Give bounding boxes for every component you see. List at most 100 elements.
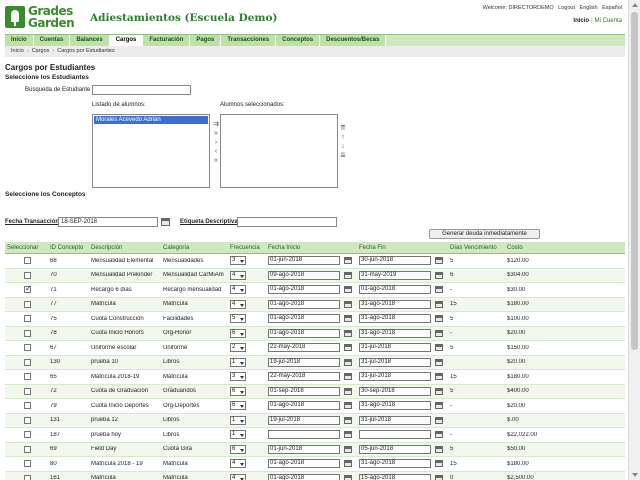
calendar-icon[interactable] <box>344 286 352 294</box>
end-date-input[interactable]: 30-jun-2018 <box>359 256 431 266</box>
start-date-input[interactable]: 01-ago-2018 <box>268 473 340 480</box>
row-checkbox[interactable] <box>24 315 31 323</box>
move-top-icon[interactable]: ⇈ <box>338 124 348 133</box>
tab-pagos[interactable]: Pagos <box>190 35 222 46</box>
breadcrumb-inicio[interactable]: Inicio <box>11 48 24 54</box>
start-date-input[interactable]: 01-ago-2018 <box>268 314 340 324</box>
students-listbox[interactable]: Morales Acevedo Adrián <box>92 114 210 188</box>
calendar-icon[interactable] <box>435 271 443 279</box>
frequency-select[interactable]: 1 <box>230 415 246 425</box>
generate-debt-button[interactable]: Generar deuda inmediatamente <box>429 229 540 239</box>
calendar-icon[interactable] <box>435 300 443 308</box>
selected-students-listbox[interactable] <box>220 114 338 188</box>
calendar-icon[interactable] <box>435 460 443 468</box>
fecha-transaccion-input[interactable]: 18-SEP-2018 <box>58 217 158 227</box>
end-date-input[interactable]: 31-may-2019 <box>359 270 431 280</box>
start-date-input[interactable]: 01-ago-2018 <box>268 328 340 338</box>
tab-cuentas[interactable]: Cuentas <box>33 35 71 46</box>
frequency-select[interactable]: 4 <box>230 459 246 469</box>
end-date-input[interactable]: 31-jul-2018 <box>359 372 431 382</box>
page-scrollbar[interactable] <box>628 0 640 480</box>
calendar-icon[interactable] <box>344 387 352 395</box>
student-search-input[interactable] <box>92 85 191 95</box>
end-date-input[interactable]: 31-ago-2018 <box>359 299 431 309</box>
scroll-thumb[interactable] <box>631 12 638 350</box>
calendar-icon[interactable] <box>435 474 443 480</box>
calendar-icon[interactable] <box>344 445 352 453</box>
col-seleccionar[interactable]: Seleccionar <box>5 242 48 253</box>
grades-garden-logo[interactable]: Grades Garden <box>5 4 85 30</box>
row-checkbox[interactable] <box>24 257 31 265</box>
start-date-input[interactable]: 01-sep-2018 <box>268 386 340 396</box>
row-checkbox[interactable] <box>24 387 31 395</box>
start-date-input[interactable]: 01-ago-2018 <box>268 299 340 309</box>
calendar-icon[interactable] <box>344 402 352 410</box>
col-categoria[interactable]: Categoría <box>161 242 228 253</box>
end-date-input[interactable]: 15-ago-2018 <box>359 473 431 480</box>
start-date-input[interactable]: 09-ago-2018 <box>268 270 340 280</box>
col-costo[interactable]: Costo <box>505 242 550 253</box>
frequency-select[interactable]: 4 <box>230 473 246 480</box>
frequency-select[interactable]: 2 <box>230 343 246 353</box>
start-date-input[interactable]: 01-ago-2018 <box>268 285 340 295</box>
tab-descuentos-becas[interactable]: Descuentos/Becas <box>320 35 387 46</box>
calendar-icon[interactable] <box>161 218 170 226</box>
end-date-input[interactable]: 31-ago-2018 <box>359 459 431 469</box>
col-descripcion[interactable]: Descripción <box>89 242 161 253</box>
col-frecuencia[interactable]: Frecuencia <box>228 242 266 253</box>
scroll-up-icon[interactable] <box>632 3 638 7</box>
calendar-icon[interactable] <box>435 402 443 410</box>
calendar-icon[interactable] <box>344 474 352 480</box>
row-checkbox[interactable] <box>24 474 31 480</box>
calendar-icon[interactable] <box>435 387 443 395</box>
frequency-select[interactable]: 6 <box>230 444 246 454</box>
row-checkbox[interactable] <box>24 300 31 308</box>
frequency-select[interactable]: 3 <box>230 372 246 382</box>
col-fecha-inicio[interactable]: Fecha Inicio <box>266 242 357 253</box>
end-date-input[interactable]: 31-ago-2018 <box>359 401 431 411</box>
espanol-link[interactable]: Español <box>602 5 622 11</box>
calendar-icon[interactable] <box>344 460 352 468</box>
calendar-icon[interactable] <box>435 445 443 453</box>
row-checkbox[interactable] <box>24 271 31 279</box>
frequency-select[interactable]: 5 <box>230 314 246 324</box>
frequency-select[interactable]: 4 <box>230 299 246 309</box>
calendar-icon[interactable] <box>435 315 443 323</box>
calendar-icon[interactable] <box>344 358 352 366</box>
tab-facturacion[interactable]: Facturación <box>143 35 191 46</box>
frequency-select[interactable]: 4 <box>230 285 246 295</box>
row-checkbox[interactable] <box>24 358 31 366</box>
row-checkbox[interactable] <box>24 460 31 468</box>
end-date-input[interactable] <box>359 430 431 440</box>
tab-cargos[interactable]: Cargos <box>109 35 144 46</box>
end-date-input[interactable]: 31-ago-2018 <box>359 314 431 324</box>
start-date-input[interactable]: 01-jun-2018 <box>268 256 340 266</box>
col-dias-vencimiento[interactable]: Días Vencimiento <box>448 242 505 253</box>
row-checkbox[interactable] <box>24 416 31 424</box>
calendar-icon[interactable] <box>435 344 443 352</box>
end-date-input[interactable]: 31-ago-2018 <box>359 328 431 338</box>
calendar-icon[interactable] <box>344 257 352 265</box>
scroll-down-icon[interactable] <box>632 473 638 477</box>
row-checkbox[interactable] <box>24 373 31 381</box>
start-date-input[interactable]: 19-jul-2018 <box>268 415 340 425</box>
calendar-icon[interactable] <box>435 257 443 265</box>
calendar-icon[interactable] <box>435 286 443 294</box>
tab-conceptos[interactable]: Conceptos <box>276 35 321 46</box>
calendar-icon[interactable] <box>344 373 352 381</box>
frequency-select[interactable]: 6 <box>230 401 246 411</box>
frequency-select[interactable]: 6 <box>230 386 246 396</box>
calendar-icon[interactable] <box>344 329 352 337</box>
calendar-icon[interactable] <box>435 373 443 381</box>
tab-transacciones[interactable]: Transacciones <box>221 35 277 46</box>
move-bottom-icon[interactable]: ⇊ <box>338 151 348 160</box>
calendar-icon[interactable] <box>435 358 443 366</box>
inicio-link[interactable]: Inicio <box>573 18 589 24</box>
start-date-input[interactable]: 22-may-2018 <box>268 372 340 382</box>
end-date-input[interactable]: 31-jul-2018 <box>359 343 431 353</box>
calendar-icon[interactable] <box>344 315 352 323</box>
calendar-icon[interactable] <box>435 416 443 424</box>
end-date-input[interactable]: 05-jun-2018 <box>359 444 431 454</box>
etiqueta-input[interactable] <box>237 217 337 227</box>
row-checkbox[interactable] <box>24 344 31 352</box>
